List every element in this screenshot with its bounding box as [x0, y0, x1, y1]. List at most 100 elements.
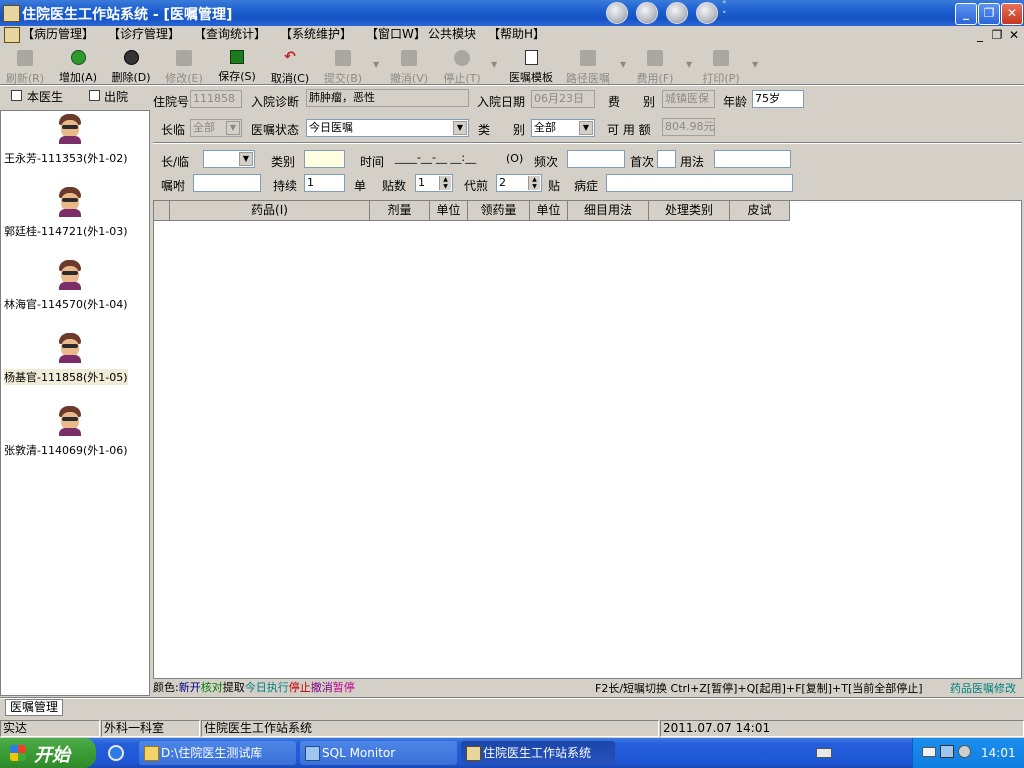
- close-button[interactable]: ✕: [1001, 3, 1023, 25]
- fee-button[interactable]: 费用(F): [630, 48, 680, 85]
- task-hospital-system[interactable]: 住院医生工作站系统: [461, 741, 615, 765]
- frequency-field[interactable]: [567, 150, 625, 168]
- mdi-child-icon[interactable]: [4, 27, 20, 43]
- mdi-restore-button[interactable]: ❐: [989, 27, 1005, 43]
- ie-quicklaunch-icon[interactable]: [108, 745, 124, 761]
- mdi-close-button[interactable]: ✕: [1006, 27, 1022, 43]
- menu-help[interactable]: 【帮助H】: [488, 26, 545, 44]
- app-icon[interactable]: [3, 5, 20, 22]
- discharged-label: 出院: [104, 90, 129, 104]
- plaster-stepper[interactable]: 1 ▲ ▼: [415, 174, 453, 192]
- fee-dropdown-icon[interactable]: ▼: [686, 60, 692, 69]
- symptom-label: 病症: [574, 179, 599, 193]
- menu-public-modules[interactable]: 公共模块: [428, 26, 476, 44]
- minimize-button[interactable]: _: [955, 3, 977, 25]
- symptom-field[interactable]: [606, 174, 793, 192]
- spin-arrows-icon[interactable]: ▲ ▼: [439, 176, 451, 190]
- grid-header-dispense-unit[interactable]: 单位: [530, 201, 568, 221]
- order-time-hint: (O): [506, 152, 524, 165]
- order-category-field[interactable]: [304, 150, 345, 168]
- order-template-button[interactable]: 医嘱模板: [505, 48, 557, 84]
- status-user: 实达: [0, 720, 100, 737]
- order-time-field[interactable]: ____-__-__ __:__: [393, 150, 497, 168]
- task-sql-monitor[interactable]: SQL Monitor: [300, 741, 457, 765]
- restore-button[interactable]: ❐: [978, 3, 1000, 25]
- path-dropdown-icon[interactable]: ▼: [620, 60, 626, 69]
- longtemp-select[interactable]: 全部 ▼: [190, 119, 242, 137]
- submit-dropdown-icon[interactable]: ▼: [373, 60, 379, 69]
- discharged-checkbox[interactable]: [89, 90, 100, 101]
- keyboard-icon[interactable]: [816, 748, 832, 758]
- admission-no-field: 111858: [190, 90, 242, 108]
- shortcut-hint: F2长/短嘱切换 Ctrl+Z[暂停]+Q[起用]+F[复制]+T[当前全部停止…: [595, 682, 923, 695]
- patient-name: 王永芳-111353(外1-02): [4, 152, 128, 165]
- fee-icon: [647, 50, 663, 66]
- menu-query-stats[interactable]: 【查询统计】: [194, 26, 266, 44]
- patient-item-selected[interactable]: 杨基官-111858(外1-05): [1, 333, 149, 393]
- stop-button[interactable]: 停止(T): [437, 48, 487, 85]
- grid-header-process-type[interactable]: 处理类别: [649, 201, 730, 221]
- tab-order-management[interactable]: 医嘱管理: [5, 699, 63, 716]
- theme-orb-icon[interactable]: [636, 2, 658, 24]
- grid-header-drug[interactable]: 药品(I): [170, 201, 370, 221]
- add-button[interactable]: 增加(A): [53, 48, 103, 84]
- patient-name: 郭廷桂-114721(外1-03): [4, 225, 128, 238]
- mdi-minimize-button[interactable]: _: [972, 27, 988, 43]
- windows-logo-icon: [10, 745, 26, 761]
- chevron-down-icon: ▼: [579, 121, 593, 135]
- order-longtemp-select[interactable]: ▼: [203, 150, 255, 168]
- refresh-icon: [17, 50, 33, 66]
- grid-header-dispense-qty[interactable]: 领药量: [468, 201, 530, 221]
- stop-dropdown-icon[interactable]: ▼: [491, 60, 497, 69]
- orb-scroll-arrows-icon[interactable]: ˄ ˅: [722, 1, 727, 21]
- theme-orb-icon[interactable]: [666, 2, 688, 24]
- volume-icon[interactable]: [958, 745, 971, 758]
- cancel-button[interactable]: ↶ 取消(C): [265, 48, 315, 85]
- start-button[interactable]: 开始: [0, 738, 96, 768]
- duration-field[interactable]: 1: [304, 174, 345, 192]
- print-button[interactable]: 打印(P): [696, 48, 746, 85]
- patient-item[interactable]: 林海官-114570(外1-04): [1, 260, 149, 320]
- usage-field[interactable]: [714, 150, 791, 168]
- grid-header-usage-detail[interactable]: 细目用法: [568, 201, 649, 221]
- theme-orb-icon[interactable]: [606, 2, 628, 24]
- revoke-button[interactable]: 撤消(V): [384, 48, 434, 85]
- print-dropdown-icon[interactable]: ▼: [752, 60, 758, 69]
- menu-diagnosis[interactable]: 【诊疗管理】: [108, 26, 180, 44]
- save-button[interactable]: 保存(S): [212, 48, 262, 83]
- mail-icon[interactable]: [922, 747, 936, 757]
- first-dose-field[interactable]: [657, 150, 676, 168]
- delete-button[interactable]: 删除(D): [106, 48, 156, 84]
- patient-list[interactable]: 王永芳-111353(外1-02) 郭廷桂-114721(外1-03) 林海官-…: [0, 110, 150, 696]
- patient-item[interactable]: 郭廷桂-114721(外1-03): [1, 187, 149, 247]
- menu-system-maintenance[interactable]: 【系统维护】: [280, 26, 352, 44]
- refresh-button[interactable]: 刷新(R): [0, 48, 50, 85]
- path-order-button[interactable]: 路径医嘱: [562, 48, 614, 85]
- print-icon: [713, 50, 729, 66]
- task-folder[interactable]: D:\住院医生测试库: [139, 741, 296, 765]
- theme-orb-icon[interactable]: [696, 2, 718, 24]
- menu-window[interactable]: 【窗口W】: [366, 26, 426, 44]
- my-doctor-checkbox[interactable]: [11, 90, 22, 101]
- menu-medical-records[interactable]: 【病历管理】: [22, 26, 94, 44]
- order-status-select[interactable]: 今日医嘱 ▼: [306, 119, 469, 137]
- grid-header-skin-test[interactable]: 皮试: [730, 201, 790, 221]
- decoct-stepper[interactable]: 2 ▲ ▼: [496, 174, 542, 192]
- stop-icon: [454, 50, 470, 66]
- network-icon[interactable]: [940, 745, 954, 758]
- spin-arrows-icon[interactable]: ▲ ▼: [528, 176, 540, 190]
- patient-avatar-icon: [56, 333, 84, 363]
- drug-order-modify-link[interactable]: 药品医嘱修改: [950, 680, 1016, 696]
- patient-name: 张敦清-114069(外1-06): [4, 444, 128, 457]
- edit-button[interactable]: 修改(E): [159, 48, 209, 85]
- grid-header-dose[interactable]: 剂量: [370, 201, 430, 221]
- patient-item[interactable]: 张敦清-114069(外1-06): [1, 406, 149, 466]
- legend-items: 新开核对提取今日执行停止撤消暂停: [179, 681, 355, 694]
- undo-icon: ↶: [284, 49, 296, 65]
- grid-header-unit[interactable]: 单位: [430, 201, 468, 221]
- order-grid[interactable]: 药品(I) 剂量 单位 领药量 单位 细目用法 处理类别 皮试: [153, 200, 1022, 679]
- instruction-field[interactable]: [193, 174, 261, 192]
- patient-item[interactable]: 王永芳-111353(外1-02): [1, 114, 149, 174]
- submit-button[interactable]: 提交(B): [318, 48, 368, 85]
- category-select[interactable]: 全部 ▼: [531, 119, 595, 137]
